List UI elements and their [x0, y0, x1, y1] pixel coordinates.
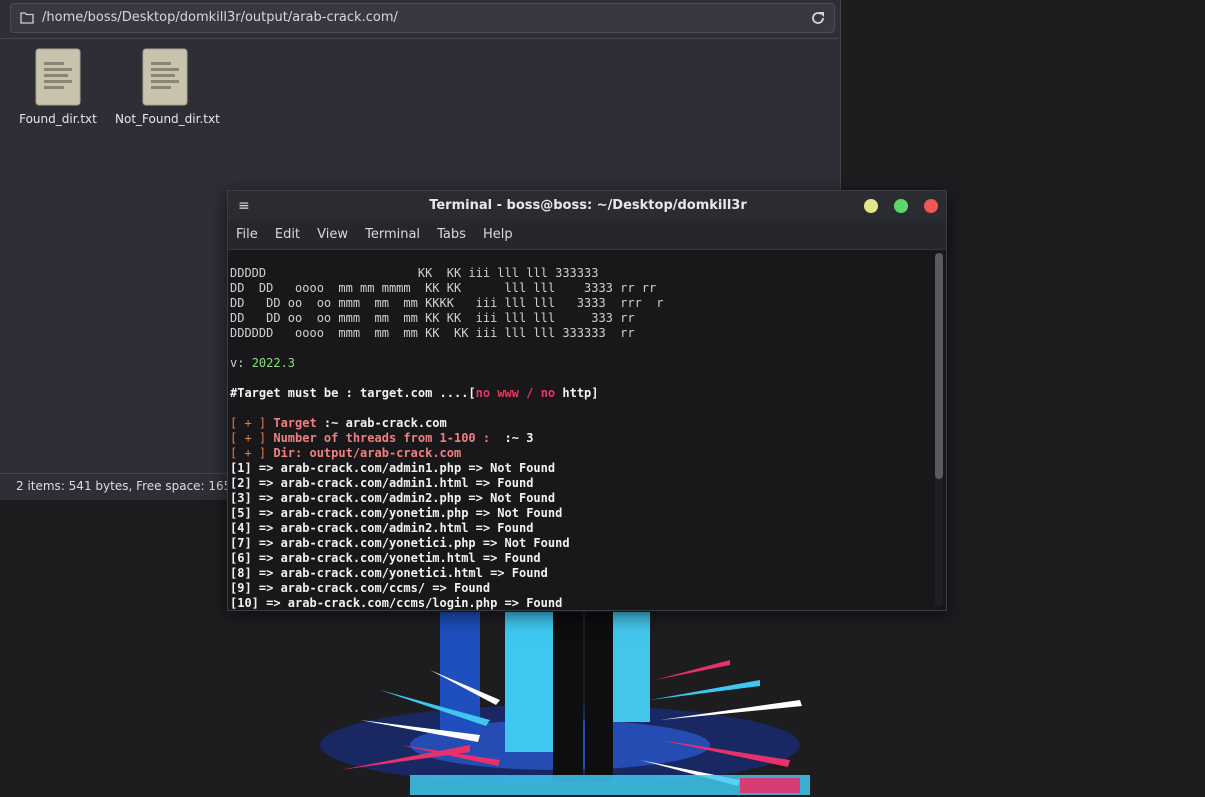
info-line: [ + ] Target :~ arab-crack.com [230, 416, 933, 431]
terminal-menubar: File Edit View Terminal Tabs Help [228, 221, 946, 250]
menu-terminal[interactable]: Terminal [365, 221, 420, 249]
result-line: [1] => arab-crack.com/admin1.php => Not … [230, 461, 556, 475]
close-button[interactable] [924, 199, 938, 213]
info-value: :~ arab-crack.com [323, 416, 447, 430]
info-mark: [ + ] [230, 431, 267, 445]
notice-suffix: http] [555, 386, 599, 400]
result-line: [4] => arab-crack.com/admin2.html => Fou… [230, 521, 534, 535]
info-mark: [ + ] [230, 416, 267, 430]
info-label: Dir: output/arab-crack.com [266, 446, 462, 460]
terminal-output[interactable]: DDDDD KK KK iii lll lll 333333 DD DD oooo… [228, 250, 933, 610]
file-name: Not_Found_dir.txt [115, 112, 220, 126]
terminal-scrollbar[interactable] [935, 253, 943, 605]
notice-prefix: #Target must be : target.com ....[ [230, 386, 476, 400]
menu-tabs[interactable]: Tabs [437, 221, 466, 249]
info-value: :~ 3 [497, 431, 534, 445]
reload-icon[interactable] [810, 10, 826, 26]
toolbar-divider [0, 38, 839, 39]
info-line: [ + ] Number of threads from 1-100 : :~ … [230, 431, 933, 446]
info-label: Number of threads from 1-100 : [266, 431, 498, 445]
window-title: Terminal - boss@boss: ~/Desktop/domkill3… [429, 198, 747, 213]
notice-line: #Target must be : target.com ....[no www… [230, 386, 933, 401]
result-line: [8] => arab-crack.com/yonetici.html => F… [230, 566, 548, 580]
version-line: v: 2022.3 [230, 356, 933, 371]
text-file-icon [35, 48, 81, 106]
result-line: [6] => arab-crack.com/yonetim.html => Fo… [230, 551, 541, 565]
banner-line: DDDDD KK KK iii lll lll 333333 [230, 266, 599, 280]
result-line: [7] => arab-crack.com/yonetici.php => No… [230, 536, 570, 550]
version-label: v: [230, 356, 252, 370]
terminal-titlebar[interactable]: ≡ Terminal - boss@boss: ~/Desktop/domkil… [228, 191, 946, 221]
version-value: 2022.3 [251, 356, 296, 370]
menu-view[interactable]: View [317, 221, 348, 249]
file-item[interactable]: Found_dir.txt [8, 48, 108, 126]
menu-help[interactable]: Help [483, 221, 513, 249]
banner-line: DD DD oooo mm mm mmmm KK KK lll lll 3333… [230, 281, 657, 295]
minimize-button[interactable] [864, 199, 878, 213]
result-line: [2] => arab-crack.com/admin1.html => Fou… [230, 476, 534, 490]
info-label: Target [266, 416, 324, 430]
result-line: [5] => arab-crack.com/yonetim.php => Not… [230, 506, 563, 520]
file-name: Found_dir.txt [19, 112, 97, 126]
info-line: [ + ] Dir: output/arab-crack.com [230, 446, 933, 461]
location-path[interactable]: /home/boss/Desktop/domkill3r/output/arab… [42, 10, 398, 25]
folder-icon [20, 12, 34, 24]
status-text: 2 items: 541 bytes, Free space: 165.2 G [16, 479, 256, 493]
menu-file[interactable]: File [236, 221, 258, 249]
result-line: [9] => arab-crack.com/ccms/ => Found [230, 581, 491, 595]
result-line: [3] => arab-crack.com/admin2.php => Not … [230, 491, 556, 505]
text-file-icon [142, 48, 188, 106]
terminal-window: ≡ Terminal - boss@boss: ~/Desktop/domkil… [227, 190, 947, 611]
notice-no-www: no www [475, 386, 519, 400]
banner-line: DDDDDD oooo mmm mm mm KK KK iii lll lll … [230, 326, 635, 340]
result-line: [10] => arab-crack.com/ccms/login.php =>… [230, 596, 563, 610]
banner-line: DD DD oo oo mmm mm mm KKKK iii lll lll 3… [230, 296, 664, 310]
maximize-button[interactable] [894, 199, 908, 213]
notice-no: no [540, 386, 556, 400]
menu-edit[interactable]: Edit [275, 221, 300, 249]
banner-line: DD DD oo oo mmm mm mm KK KK iii lll lll … [230, 311, 635, 325]
file-item[interactable]: Not_Found_dir.txt [115, 48, 220, 126]
notice-sep: / [519, 386, 541, 400]
info-mark: [ + ] [230, 446, 267, 460]
location-bar[interactable]: /home/boss/Desktop/domkill3r/output/arab… [10, 3, 835, 33]
scrollbar-thumb[interactable] [935, 253, 943, 479]
